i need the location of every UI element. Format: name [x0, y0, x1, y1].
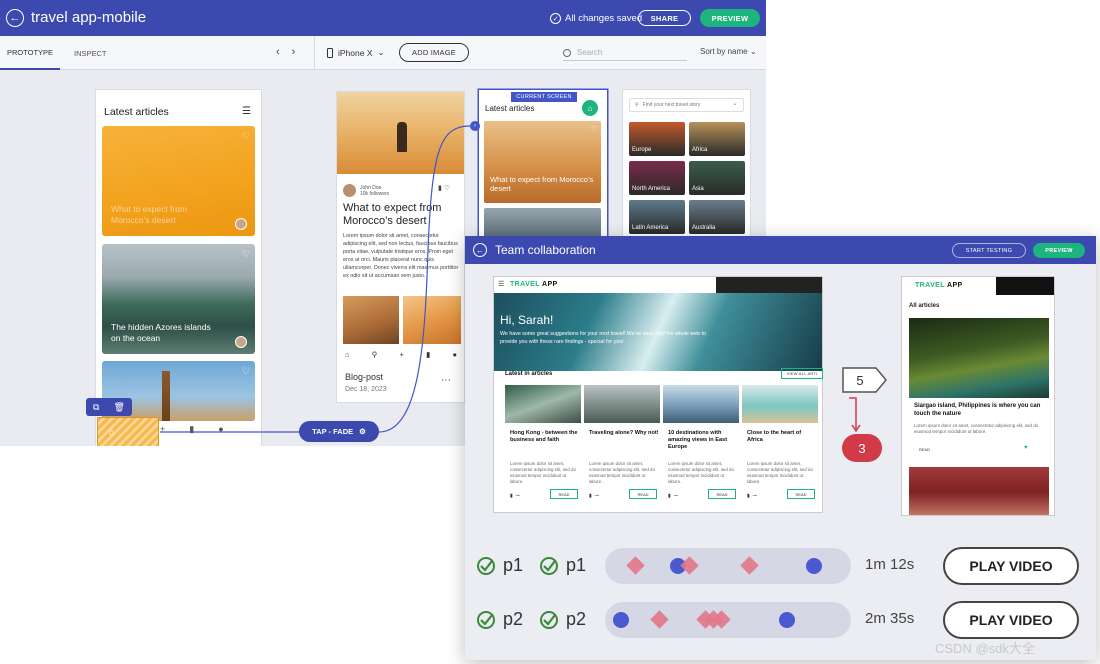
collab-title: Team collaboration — [495, 243, 596, 257]
share-icon[interactable]: ⊸ — [753, 493, 757, 499]
read-button[interactable]: READ — [787, 489, 815, 499]
article-actions: ▮ ⊸ — [510, 493, 520, 499]
hero-greeting: Hi, Sarah! — [500, 313, 554, 327]
mobile-brand: TRAVEL APP — [915, 282, 963, 289]
site-article[interactable]: Close to the heart of Africa Lorem ipsum… — [742, 385, 818, 505]
session-timeline[interactable] — [605, 602, 851, 638]
hero-subtext: We have some great suggestions for your … — [500, 331, 706, 345]
site-brand: TRAVEL APP — [510, 281, 558, 288]
article-actions: ▮ ⊸ — [589, 493, 599, 499]
article-title: Hong Kong - between the business and fai… — [510, 430, 578, 443]
timeline-marker-red[interactable] — [626, 556, 645, 575]
step-to-badge: 3 — [842, 434, 882, 462]
start-testing-button[interactable]: START TESTING — [952, 243, 1026, 258]
article-image — [909, 467, 1049, 515]
share-icon[interactable]: ⊸ — [674, 493, 678, 499]
check-circle-icon — [540, 557, 558, 575]
bookmark-icon[interactable]: ▮ — [510, 493, 513, 499]
view-all-button[interactable]: VIEW ALL ARTI — [781, 368, 823, 379]
article-actions: ▮ ⊸ — [747, 493, 757, 499]
arrow-down-shaft — [849, 397, 857, 429]
menu-icon[interactable]: ☰ — [498, 280, 504, 288]
share-icon[interactable]: ⊸ — [595, 493, 599, 499]
timeline-marker-red[interactable] — [650, 610, 669, 629]
read-button[interactable]: READ — [708, 489, 736, 499]
site-hero: Hi, Sarah! We have some great suggestion… — [494, 293, 822, 371]
step-from: 5 — [856, 372, 864, 388]
desktop-site-preview: ☰ TRAVEL APP Hi, Sarah! We have some gre… — [494, 277, 823, 512]
brand-part-b: APP — [946, 282, 963, 289]
mobile-site-preview: TRAVEL APP All articles Siargao island, … — [902, 277, 1054, 515]
read-button[interactable]: READ — [550, 489, 578, 499]
article-text: Lorem ipsum dolor sit amet, consectetur … — [589, 461, 655, 484]
share-icon[interactable]: ⊸ — [516, 493, 520, 499]
read-button[interactable]: READ — [629, 489, 657, 499]
watermark: CSDN @sdk大全 — [935, 641, 1035, 656]
timeline-marker-blue[interactable] — [806, 558, 822, 574]
arrow-down-icon — [849, 397, 861, 433]
read-button[interactable]: READ — [919, 447, 930, 452]
section-title: Latest in articles — [505, 371, 553, 377]
article-image — [663, 385, 739, 423]
nav-dark-bar — [716, 277, 822, 293]
check-circle-icon — [477, 557, 495, 575]
session-duration: 1m 12s — [865, 556, 915, 573]
article-image — [909, 318, 1049, 398]
back-icon[interactable]: ← — [473, 243, 487, 257]
participant-label: p1 — [503, 555, 524, 575]
article-title: Traveling alone? Why not! — [589, 430, 659, 436]
check-circle-icon — [477, 611, 495, 629]
timeline-marker-red[interactable] — [740, 556, 759, 575]
collab-titlebar: ← Team collaboration START TESTING PREVI… — [465, 236, 1096, 264]
article-image — [505, 385, 581, 423]
mobile-heading: All articles — [909, 303, 940, 309]
article-title: 10 destinations with amazing views in Ea… — [668, 430, 728, 450]
check-circle-icon — [540, 611, 558, 629]
timeline-marker-blue[interactable] — [613, 612, 629, 628]
play-video-button[interactable]: PLAY VIDEO — [943, 601, 1079, 639]
brand-part-a: TRAVEL — [510, 281, 540, 288]
interaction-button[interactable]: TAP - FADE ⚙ — [299, 421, 379, 442]
article-image — [584, 385, 660, 423]
heart-icon[interactable]: ♥ — [1024, 445, 1028, 451]
preview-button[interactable]: PREVIEW — [1033, 243, 1085, 258]
timeline-marker-blue[interactable] — [779, 612, 795, 628]
bookmark-icon[interactable]: ▮ — [589, 493, 592, 499]
participant-label: p2 — [566, 609, 587, 629]
article-text: Lorem ipsum dolor sit amet, consectetur … — [914, 423, 1039, 434]
article-title: Siargao island, Philippines is where you… — [914, 403, 1041, 417]
site-article[interactable]: Hong Kong - between the business and fai… — [505, 385, 581, 505]
article-title: Close to the heart of Africa — [747, 430, 802, 443]
brand-part-a: TRAVEL — [915, 282, 945, 289]
article-text: Lorem ipsum dolor sit amet, consectetur … — [747, 461, 813, 484]
bookmark-icon[interactable]: ▮ — [747, 493, 750, 499]
connector-curve — [378, 125, 471, 433]
site-article[interactable]: 10 destinations with amazing views in Ea… — [663, 385, 739, 505]
site-article[interactable]: Traveling alone? Why not! Lorem ipsum do… — [584, 385, 660, 505]
play-video-button[interactable]: PLAY VIDEO — [943, 547, 1079, 585]
gear-icon[interactable]: ⚙ — [359, 427, 366, 436]
article-image — [742, 385, 818, 423]
article-text: Lorem ipsum dolor sit amet, consectetur … — [510, 461, 576, 484]
participant-row: p1 p1 1m 12s PLAY VIDEO — [465, 546, 1096, 586]
participant-row: p2 p2 2m 35s PLAY VIDEO — [465, 600, 1096, 640]
nav-dark-bar — [996, 277, 1054, 295]
site-nav: ☰ TRAVEL APP — [494, 277, 822, 293]
team-collaboration-window: ← Team collaboration START TESTING PREVI… — [465, 236, 1096, 660]
participant-label: p2 — [503, 609, 524, 629]
article-text: Lorem ipsum dolor sit amet, consectetur … — [668, 461, 734, 484]
session-duration: 2m 35s — [865, 610, 915, 627]
bookmark-icon[interactable]: ▮ — [668, 493, 671, 499]
participant-label: p1 — [566, 555, 587, 575]
brand-part-b: APP — [541, 281, 558, 288]
article-actions: ▮ ⊸ — [668, 493, 678, 499]
interaction-label: TAP - FADE — [312, 427, 354, 436]
session-timeline[interactable] — [605, 548, 851, 584]
